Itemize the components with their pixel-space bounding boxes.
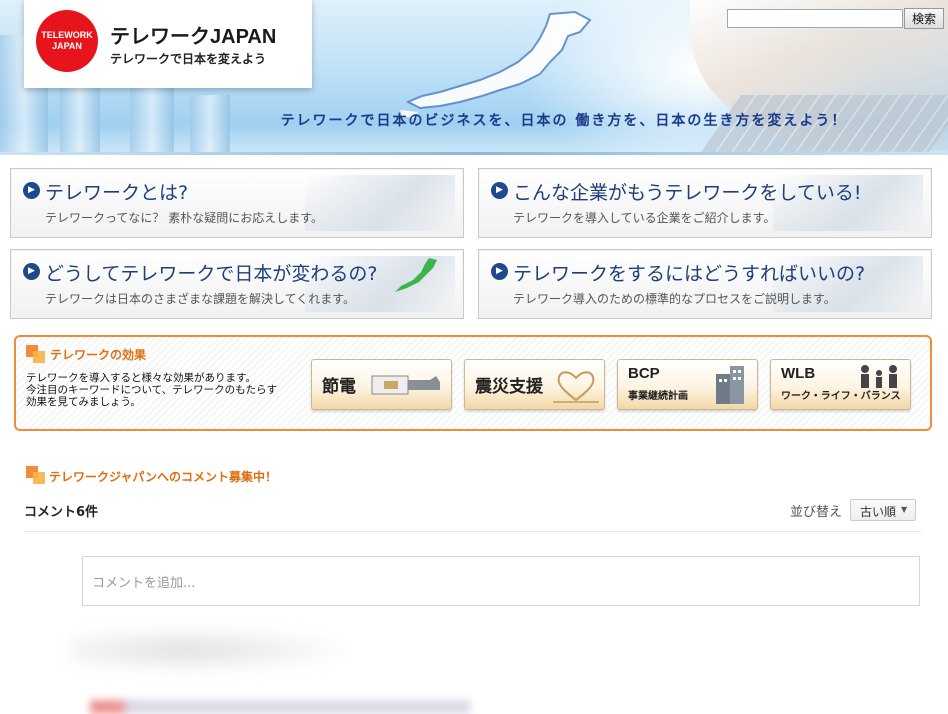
feature-why-japan-changes[interactable]: ▶ どうしてテレワークで日本が変わるの? テレワークは日本のさまざまな課題を解決… [10, 249, 464, 319]
family-icon [861, 365, 897, 388]
effect-label: 震災支援 [475, 377, 543, 397]
building-icon [716, 366, 744, 404]
effects-description-line: 今注目のキーワードについて、テレワークのもたらす [26, 384, 277, 396]
feature-description: テレワーク導入のための標準的なプロセスをご説明します。 [513, 292, 836, 306]
tagline: テレワークで日本のビジネスを、日本の 働き方を、日本の生き方を変えよう！ [280, 113, 848, 129]
logo-badge-line1: TELEWORK [41, 30, 93, 40]
logo-badge-line2: JAPAN [52, 41, 82, 51]
logo-title: テレワークJAPAN [110, 26, 277, 48]
japan-map-graphic [400, 10, 592, 118]
divider [24, 531, 921, 532]
effects-description: テレワークを導入すると様々な効果があります。 今注目のキーワードについて、テレワ… [26, 372, 306, 408]
feature-description: テレワークを導入している企業をご紹介します。 [513, 211, 776, 225]
arrow-circle-icon: ▶ [491, 263, 508, 280]
feature-what-is-telework[interactable]: ▶ テレワークとは? テレワークってなに？ 素朴な疑問にお応えします。 [10, 168, 464, 238]
comment-count: コメント6件 [24, 505, 99, 520]
feature-description: テレワークってなに？ 素朴な疑問にお応えします。 [45, 211, 324, 225]
plug-icon [371, 375, 440, 395]
arrow-circle-icon: ▶ [491, 182, 508, 199]
comment-input[interactable]: コメントを追加... [82, 556, 920, 606]
sort-select[interactable]: 古い順 ▼ [850, 499, 916, 521]
arrow-circle-icon: ▶ [23, 263, 40, 280]
search-input[interactable] [727, 9, 903, 28]
feature-title: テレワークとは? [45, 182, 189, 204]
logo-badge: TELEWORK JAPAN [36, 10, 98, 72]
heart-icon [553, 371, 599, 403]
feature-title: どうしてテレワークで日本が変わるの? [45, 263, 378, 285]
blurred-content [70, 625, 360, 675]
typing-photo [305, 175, 455, 231]
comment-input-placeholder: コメントを追加... [92, 576, 196, 591]
effect-button-wlb[interactable]: WLB ワーク・ライフ・バランス [770, 359, 911, 410]
banner-divider [0, 152, 948, 155]
arrow-circle-icon: ▶ [23, 182, 40, 199]
effect-label: WLB [781, 365, 816, 382]
effects-description-line: 効果を見てみましょう。 [26, 396, 141, 408]
effect-button-power-saving[interactable]: 節電 [311, 359, 452, 410]
sort-label: 並び替え [790, 505, 843, 520]
effects-panel: テレワークの効果 テレワークを導入すると様々な効果があります。 今注目のキーワー… [14, 335, 932, 431]
sort-selected-value: 古い順 [860, 505, 897, 519]
site-logo[interactable]: TELEWORK JAPAN テレワークJAPAN テレワークで日本を変えよう [24, 0, 312, 88]
feature-how-to-telework[interactable]: ▶ テレワークをするにはどうすればいいの? テレワーク導入のための標準的なプロセ… [478, 249, 932, 319]
effect-label: 節電 [322, 377, 356, 397]
caret-down-icon: ▼ [901, 505, 908, 514]
feature-title: テレワークをするにはどうすればいいの? [513, 263, 866, 285]
effects-description-line: テレワークを導入すると様々な効果があります。 [26, 372, 256, 384]
effects-title: テレワークの効果 [50, 348, 147, 362]
orange-squares-icon [26, 345, 46, 363]
orange-squares-icon [26, 466, 46, 484]
feature-description: テレワークは日本のさまざまな課題を解決してくれます。 [45, 292, 356, 306]
effect-button-disaster-support[interactable]: 震災支援 [464, 359, 605, 410]
japan-map-icon [395, 258, 437, 292]
feature-companies-doing-telework[interactable]: ▶ こんな企業がもうテレワークをしている! テレワークを導入している企業をご紹介… [478, 168, 932, 238]
effect-sublabel: 事業継続計画 [628, 391, 688, 402]
comments-heading: テレワークジャパンへのコメント募集中！ [49, 470, 278, 484]
feature-title: こんな企業がもうテレワークをしている! [513, 182, 862, 204]
effect-label: BCP [628, 365, 660, 382]
effect-button-bcp[interactable]: BCP 事業継続計画 [617, 359, 758, 410]
search-button[interactable]: 検索 [904, 8, 944, 29]
logo-subtitle: テレワークで日本を変えよう [110, 52, 267, 66]
